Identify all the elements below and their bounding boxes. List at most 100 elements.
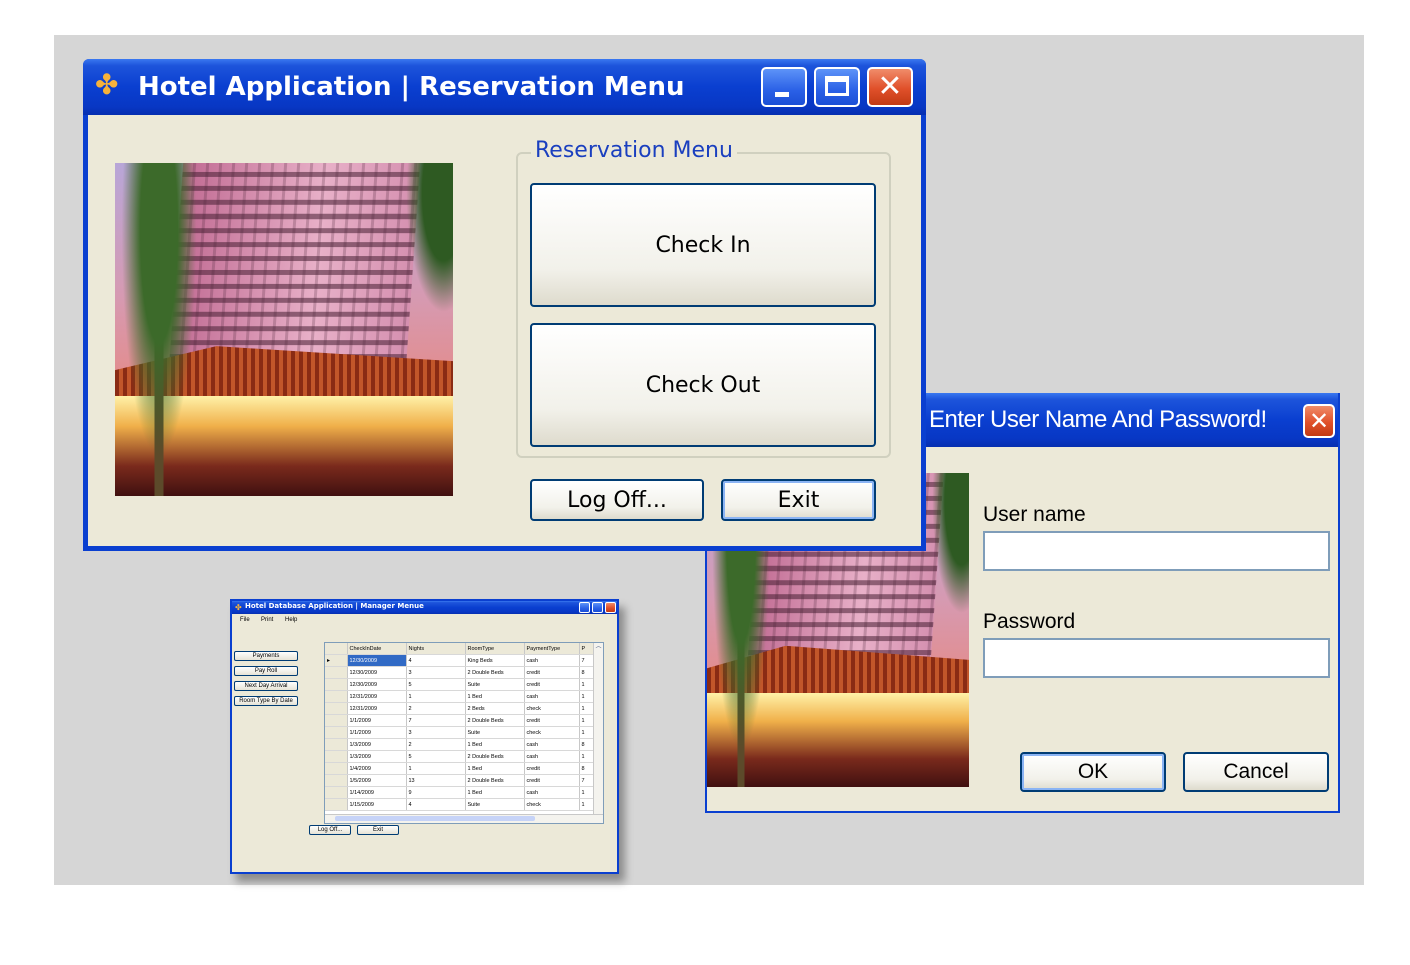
table-cell[interactable]: 9 [406,786,466,799]
table-cell[interactable]: 7 [579,654,594,667]
table-cell[interactable]: 3 [406,666,466,679]
table-row[interactable]: 1/3/2009 2 1 Bed cash 8 [325,738,594,751]
table-cell[interactable]: credit [524,774,580,787]
column-header[interactable]: Nights [406,643,466,655]
table-cell[interactable]: 2 Double Beds [465,666,525,679]
table-cell[interactable]: 1 Bed [465,738,525,751]
column-header[interactable]: RoomType [465,643,525,655]
table-cell[interactable]: 8 [579,762,594,775]
table-cell[interactable]: 4 [406,798,466,811]
table-cell[interactable]: credit [524,714,580,727]
minimize-icon[interactable] [579,602,590,613]
table-cell[interactable]: 1 [579,702,594,715]
table-cell[interactable]: 1 Bed [465,690,525,703]
username-input[interactable] [983,531,1330,571]
table-cell[interactable]: 12/30/2009 [347,654,407,667]
table-cell[interactable]: 1/3/2009 [347,750,407,763]
table-row[interactable]: 1/1/2009 3 Suite check 1 [325,726,594,739]
table-row[interactable]: 12/30/2009 5 Suite credit 1 [325,678,594,691]
table-cell[interactable]: 2 Double Beds [465,774,525,787]
menu-help[interactable]: Help [285,617,297,623]
table-cell[interactable]: 1/14/2009 [347,786,407,799]
check-in-button[interactable]: Check In [530,183,876,307]
menu-file[interactable]: File [240,617,250,623]
table-cell[interactable]: 5 [406,750,466,763]
table-cell[interactable]: 8 [579,666,594,679]
row-header[interactable] [325,786,348,799]
table-cell[interactable]: credit [524,762,580,775]
manager-exit-button[interactable]: Exit [357,825,399,835]
table-cell[interactable]: Suite [465,798,525,811]
table-cell[interactable]: 1/1/2009 [347,714,407,727]
row-header[interactable] [325,750,348,763]
table-cell[interactable]: 7 [406,714,466,727]
cancel-button[interactable]: Cancel [1183,752,1329,792]
row-header[interactable] [325,762,348,775]
table-cell[interactable]: 2 [406,738,466,751]
table-cell[interactable]: 12/30/2009 [347,666,407,679]
table-cell[interactable]: credit [524,678,580,691]
manager-log-off-button[interactable]: Log Off... [309,825,351,835]
table-cell[interactable]: 1 [579,786,594,799]
log-off-button[interactable]: Log Off... [530,479,704,521]
table-cell[interactable]: 4 [406,654,466,667]
payments-button[interactable]: Payments [234,651,298,661]
table-cell[interactable]: 1 [579,690,594,703]
password-input[interactable] [983,638,1330,678]
table-cell[interactable]: cash [524,738,580,751]
table-row[interactable]: 1/4/2009 1 1 Bed credit 8 [325,762,594,775]
table-cell[interactable]: check [524,798,580,811]
table-cell[interactable]: Suite [465,678,525,691]
table-cell[interactable]: cash [524,690,580,703]
table-cell[interactable]: 1 [579,726,594,739]
check-out-button[interactable]: Check Out [530,323,876,447]
maximize-icon[interactable] [592,602,603,613]
scroll-thumb[interactable] [335,816,535,821]
table-cell[interactable]: cash [524,654,580,667]
table-cell[interactable]: 1 [406,762,466,775]
column-header[interactable]: P [579,643,594,655]
row-header[interactable]: ▸ [325,654,348,667]
table-cell[interactable]: 1 Bed [465,762,525,775]
row-header[interactable] [325,726,348,739]
table-cell[interactable]: 1/3/2009 [347,738,407,751]
menu-print[interactable]: Print [261,617,273,623]
table-cell[interactable]: 13 [406,774,466,787]
table-cell[interactable]: 1 [579,714,594,727]
reservations-grid[interactable]: CheckInDate Nights RoomType PaymentType … [324,642,604,824]
table-row[interactable]: 1/1/2009 7 2 Double Beds credit 1 [325,714,594,727]
table-cell[interactable]: 1 [579,678,594,691]
table-cell[interactable]: 2 Double Beds [465,750,525,763]
table-row[interactable]: 12/30/2009 3 2 Double Beds credit 8 [325,666,594,679]
table-row[interactable]: 1/15/2009 4 Suite check 1 [325,798,594,811]
row-header[interactable] [325,714,348,727]
ok-button[interactable]: OK [1020,752,1166,792]
table-row[interactable]: 12/31/2009 2 2 Beds check 1 [325,702,594,715]
maximize-icon[interactable] [814,67,860,107]
table-cell[interactable]: King Beds [465,654,525,667]
table-cell[interactable]: 1 [406,690,466,703]
table-cell[interactable]: 2 Beds [465,702,525,715]
table-cell[interactable]: 1 Bed [465,786,525,799]
row-header[interactable] [325,702,348,715]
pay-roll-button[interactable]: Pay Roll [234,666,298,676]
table-cell[interactable]: 12/30/2009 [347,678,407,691]
table-cell[interactable]: 2 Double Beds [465,714,525,727]
table-cell[interactable]: 2 [406,702,466,715]
scroll-up-icon[interactable]: ︿ [594,643,603,651]
column-header[interactable]: CheckInDate [347,643,407,655]
table-cell[interactable]: 7 [579,774,594,787]
next-day-arrival-button[interactable]: Next Day Arrival [234,681,298,691]
table-cell[interactable]: 1/4/2009 [347,762,407,775]
close-icon[interactable] [605,602,616,613]
horizontal-scrollbar[interactable] [325,814,603,823]
column-header[interactable]: PaymentType [524,643,580,655]
table-cell[interactable]: 1 [579,750,594,763]
table-cell[interactable]: 12/31/2009 [347,690,407,703]
row-header[interactable] [325,666,348,679]
table-cell[interactable]: check [524,702,580,715]
row-header[interactable] [325,774,348,787]
table-cell[interactable]: 8 [579,738,594,751]
table-row[interactable]: ▸ 12/30/2009 4 King Beds cash 7 [325,654,594,667]
table-row[interactable]: 1/5/2009 13 2 Double Beds credit 7 [325,774,594,787]
